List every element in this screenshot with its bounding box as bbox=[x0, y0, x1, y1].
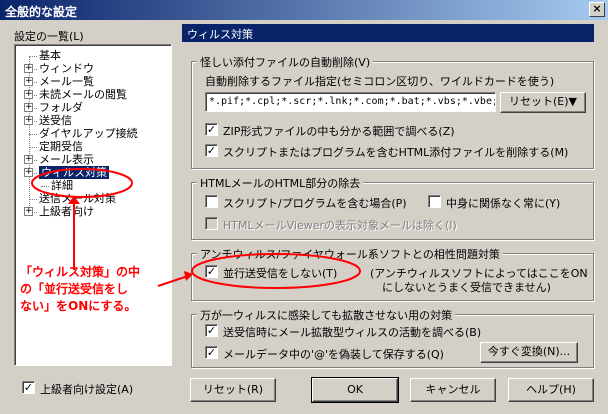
tree-item[interactable]: + 上級者向け bbox=[24, 205, 94, 219]
tree-expand-icon[interactable]: + bbox=[24, 90, 33, 99]
window-title: 全般的な設定 bbox=[5, 5, 78, 19]
advanced-settings-label: 上級者向け設定(A) bbox=[40, 383, 134, 396]
tree-item[interactable]: 基本 bbox=[29, 49, 61, 63]
disguise-at-checkbox[interactable]: ✓ bbox=[205, 346, 218, 359]
tree-expand-icon[interactable]: + bbox=[24, 77, 33, 86]
zip-scan-label: ZIP形式ファイルの中も分かる範囲で調べる(Z) bbox=[223, 125, 455, 138]
filename-spec-input[interactable]: *.pif;*.cpl;*.scr;*.lnk;*.com;*.bat;*.vb… bbox=[205, 92, 496, 112]
tree-item-label: 定期受信 bbox=[39, 140, 83, 153]
tree-item-label: メール一覧 bbox=[39, 75, 94, 88]
ok-button[interactable]: OK bbox=[311, 377, 399, 403]
close-icon: × bbox=[592, 2, 602, 15]
tree-item[interactable]: 送信メール対策 bbox=[29, 192, 116, 206]
disguise-at-label: メールデータ中の'@'を偽装して保存する(Q) bbox=[223, 348, 444, 361]
strip-always-label: 中身に関係なく常に(Y) bbox=[446, 197, 561, 210]
close-button[interactable]: × bbox=[589, 2, 605, 17]
auto-delete-group-title: 怪しい添付ファイルの自動削除(V) bbox=[197, 54, 374, 70]
tree-item[interactable]: + 未読メールの閲覧 bbox=[24, 88, 127, 102]
strip-script-checkbox[interactable] bbox=[205, 195, 218, 208]
tree-expand-icon[interactable]: + bbox=[24, 103, 33, 112]
cancel-button[interactable]: キャンセル bbox=[410, 378, 496, 402]
annotation-line2: の「並行送受信をし bbox=[20, 282, 129, 296]
help-button[interactable]: ヘルプ(H) bbox=[508, 378, 594, 402]
tree-item[interactable]: + メール一覧 bbox=[24, 75, 94, 89]
tree-item[interactable]: + 送受信 bbox=[24, 114, 72, 128]
delete-html-attach-checkbox[interactable]: ✓ bbox=[205, 144, 218, 157]
exclude-viewer-checkbox bbox=[205, 217, 218, 230]
convert-now-button[interactable]: 今すぐ変換(N)... bbox=[480, 342, 578, 363]
no-parallel-checkbox[interactable]: ✓ bbox=[205, 265, 218, 278]
tree-branch-line bbox=[29, 56, 37, 57]
tree-item-label: 送信メール対策 bbox=[39, 192, 116, 205]
settings-tree[interactable]: 基本 + ウィンドウ + メール一覧 + 未読メールの閲覧 + フォルダ + 送受信 ダイヤルアップ接… bbox=[14, 44, 172, 366]
tree-item[interactable]: + メール表示 bbox=[24, 153, 94, 167]
tree-item[interactable]: + フォルダ bbox=[24, 101, 83, 115]
annotation-line1: 「ウィルス対策」の中 bbox=[20, 265, 141, 279]
reset-button[interactable]: リセット(R) bbox=[190, 378, 276, 402]
tree-item[interactable]: ダイヤルアップ接続 bbox=[29, 127, 138, 141]
tree-item-label: 送受信 bbox=[39, 114, 72, 127]
tree-item-label: 上級者向け bbox=[39, 205, 94, 218]
tree-expand-icon[interactable]: + bbox=[24, 207, 33, 216]
tree-item-label: ウィルス対策 bbox=[39, 166, 109, 179]
tree-item[interactable]: + ウィルス対策 bbox=[24, 166, 109, 180]
exclude-viewer-label: HTMLメールViewerの表示対象メールは除く(I) bbox=[223, 219, 457, 232]
tree-item[interactable]: 詳細 bbox=[41, 179, 73, 193]
tree-branch-line bbox=[29, 134, 37, 135]
tree-branch-line bbox=[29, 199, 37, 200]
html-strip-group-title: HTMLメールのHTML部分の除去 bbox=[197, 175, 364, 191]
sidebar-title: 設定の一覧(L) bbox=[14, 30, 84, 43]
annotation-line3: ない」をONにする。 bbox=[20, 299, 137, 313]
tree-branch-line bbox=[29, 147, 37, 148]
zip-scan-checkbox[interactable]: ✓ bbox=[205, 123, 218, 136]
tree-item[interactable]: + ウィンドウ bbox=[24, 62, 94, 76]
tree-item-label: ダイヤルアップ接続 bbox=[39, 127, 138, 140]
spread-prevent-group-title: 万が一ウィルスに感染しても拡散させない用の対策 bbox=[197, 307, 456, 323]
tree-expand-icon[interactable]: + bbox=[24, 168, 33, 177]
filename-spec-label: 自動削除するファイル指定(セミコロン区切り、ワイルドカードを使う) bbox=[205, 75, 555, 88]
delete-html-attach-label: スクリプトまたはプログラムを含むHTML添付ファイルを削除する(M) bbox=[223, 146, 569, 159]
compat-group-title: アンチウィルス/ファイヤウォール系ソフトとの相性問題対策 bbox=[197, 246, 503, 262]
no-parallel-label: 並行送受信をしない(T) bbox=[223, 267, 338, 280]
tree-item[interactable]: 定期受信 bbox=[29, 140, 83, 154]
compat-note-line2: にしないとうまく受信できません) bbox=[382, 281, 551, 294]
advanced-settings-checkbox[interactable]: ✓ bbox=[22, 381, 35, 394]
send-scan-checkbox[interactable]: ✓ bbox=[205, 324, 218, 337]
tree-item-label: 詳細 bbox=[51, 179, 73, 192]
panel-header: ウィルス対策 bbox=[182, 24, 594, 42]
reset-extension-button[interactable]: リセット(E)▼ bbox=[500, 92, 586, 113]
panel-header-title: ウィルス対策 bbox=[187, 28, 253, 41]
tree-item-label: ウィンドウ bbox=[39, 62, 94, 75]
annotation-text: 「ウィルス対策」の中 の「並行送受信をし ない」をONにする。 bbox=[20, 264, 140, 315]
tree-item-label: 未読メールの閲覧 bbox=[39, 88, 127, 101]
strip-always-checkbox[interactable] bbox=[428, 195, 441, 208]
tree-expand-icon[interactable]: + bbox=[24, 64, 33, 73]
tree-item-label: メール表示 bbox=[39, 153, 94, 166]
tree-expand-icon[interactable]: + bbox=[24, 155, 33, 164]
strip-script-label: スクリプト/プログラムを含む場合(P) bbox=[223, 197, 407, 210]
tree-expand-icon[interactable]: + bbox=[24, 116, 33, 125]
send-scan-label: 送受信時にメール拡散型ウィルスの活動を調べる(B) bbox=[223, 326, 482, 339]
tree-item-label: フォルダ bbox=[39, 101, 83, 114]
window-titlebar: 全般的な設定 × bbox=[0, 0, 608, 20]
tree-branch-line bbox=[41, 186, 49, 187]
tree-item-label: 基本 bbox=[39, 49, 61, 62]
